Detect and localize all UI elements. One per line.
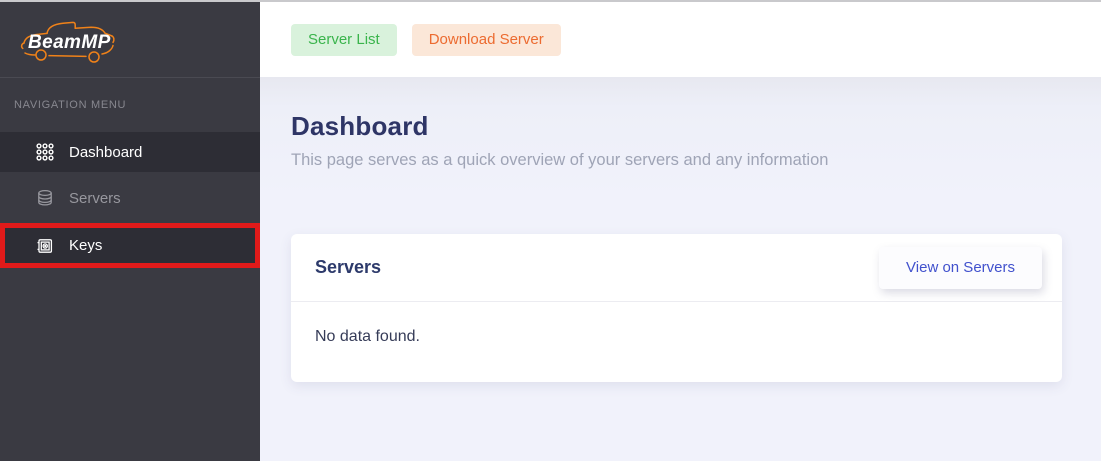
topbar: Server List Download Server <box>260 2 1101 77</box>
page-content: Dashboard This page serves as a quick ov… <box>260 77 1101 461</box>
sidebar-item-label: Servers <box>69 190 121 207</box>
server-list-button[interactable]: Server List <box>291 24 397 56</box>
sidebar-divider <box>0 77 260 78</box>
sidebar: BeamMP NAVIGATION MENU Dashboard <box>0 0 260 461</box>
servers-card-title: Servers <box>315 257 381 278</box>
sidebar-item-keys[interactable]: Keys <box>0 223 260 268</box>
app-window: BeamMP NAVIGATION MENU Dashboard <box>0 0 1101 461</box>
view-on-servers-button[interactable]: View on Servers <box>879 247 1042 289</box>
grid-dots-icon <box>36 143 54 161</box>
page-subtitle: This page serves as a quick overview of … <box>291 151 1062 170</box>
servers-card-body: No data found. <box>291 302 1062 370</box>
no-data-text: No data found. <box>315 328 1038 346</box>
beammp-logo-graphic: BeamMP <box>16 13 131 67</box>
download-server-button[interactable]: Download Server <box>412 24 561 56</box>
sidebar-item-label: Keys <box>69 237 102 254</box>
sidebar-item-servers[interactable]: Servers <box>0 178 260 218</box>
main-column: Server List Download Server Dashboard Th… <box>260 0 1101 461</box>
sidebar-item-label: Dashboard <box>69 144 142 161</box>
safe-icon <box>36 237 54 255</box>
window-top-border <box>0 0 1101 2</box>
servers-card-header: Servers View on Servers <box>291 234 1062 302</box>
nav-section-label: NAVIGATION MENU <box>14 99 260 111</box>
beammp-logo-text: BeamMP <box>28 32 111 53</box>
database-icon <box>36 189 54 207</box>
sidebar-nav: Dashboard Servers <box>0 132 260 268</box>
page-title: Dashboard <box>291 111 1062 142</box>
servers-card: Servers View on Servers No data found. <box>291 234 1062 382</box>
beammp-logo[interactable]: BeamMP <box>0 2 260 77</box>
sidebar-item-dashboard[interactable]: Dashboard <box>0 132 260 172</box>
